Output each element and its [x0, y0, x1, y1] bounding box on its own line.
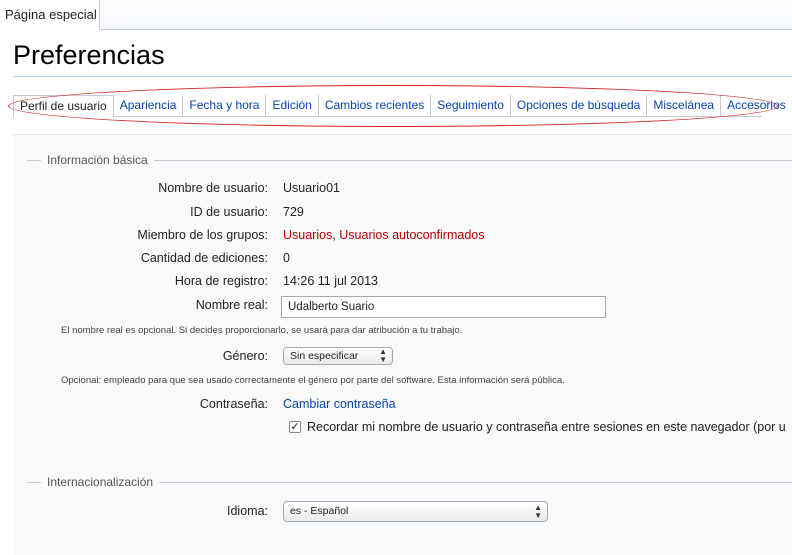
tab-miscelanea[interactable]: Miscelánea [647, 95, 722, 116]
tab-apariencia[interactable]: Apariencia [113, 95, 184, 116]
tab-seguimiento[interactable]: Seguimiento [431, 95, 511, 116]
legend-rule-left [27, 481, 41, 483]
preferences-panel [13, 134, 792, 555]
updown-arrow-icon: ▲ ▼ [379, 347, 387, 364]
realname-label: Nombre real: [195, 298, 268, 312]
edits-value: 0 [283, 251, 290, 265]
basic-info-legend-text: Información básica [47, 153, 148, 167]
tab-edicion[interactable]: Edición [266, 95, 319, 116]
userid-label: ID de usuario: [190, 205, 268, 219]
title-divider [13, 76, 792, 77]
language-selected: es - Español [290, 505, 349, 517]
updown-arrow-icon: ▲ ▼ [534, 503, 542, 520]
registration-label: Hora de registro: [174, 274, 268, 288]
tab-fecha-y-hora[interactable]: Fecha y hora [183, 95, 267, 116]
remember-checkbox[interactable]: ✓ [289, 421, 301, 433]
language-select[interactable]: es - Español ▲ ▼ [283, 501, 548, 522]
tab-accesorios[interactable]: Accesorios [721, 95, 792, 116]
checkmark-icon: ✓ [290, 421, 300, 433]
tab-perfil-de-usuario[interactable]: Perfil de usuario [13, 95, 114, 118]
legend-rule-right [153, 159, 792, 161]
tab-cambios-recientes[interactable]: Cambios recientes [318, 95, 432, 116]
gender-help: Opcional: empleado para que sea usado co… [61, 375, 565, 386]
preferences-tabs: Perfil de usuario Apariencia Fecha y hor… [13, 95, 792, 118]
i18n-legend: Internacionalización [27, 475, 792, 489]
change-password-link[interactable]: Cambiar contraseña [283, 397, 396, 411]
realname-input[interactable]: Udalberto Suario [281, 296, 606, 318]
gender-label: Género: [222, 349, 268, 363]
page-title: Preferencias [13, 40, 165, 70]
username-value: Usuario01 [283, 181, 340, 195]
userid-value: 729 [283, 205, 304, 219]
legend-rule-left [27, 159, 41, 161]
legend-rule-right [159, 481, 792, 483]
gender-select[interactable]: Sin especificar ▲ ▼ [283, 347, 393, 365]
top-tab-bar [100, 0, 792, 30]
password-label: Contraseña: [199, 397, 268, 411]
username-label: Nombre de usuario: [158, 181, 268, 195]
groups-label: Miembro de los grupos: [137, 228, 268, 242]
tab-pagina-especial[interactable]: Página especial [0, 0, 100, 30]
groups-value: Usuarios, Usuarios autoconfirmados [283, 228, 485, 242]
realname-help: El nombre real es opcional. Si decides p… [61, 325, 463, 336]
tab-opciones-de-busqueda[interactable]: Opciones de búsqueda [510, 95, 648, 116]
group-autoconfirmados-link[interactable]: Usuarios autoconfirmados [339, 228, 484, 242]
language-label: Idioma: [227, 504, 268, 518]
remember-label: Recordar mi nombre de usuario y contrase… [307, 420, 786, 434]
edits-label: Cantidad de ediciones: [140, 251, 268, 265]
registration-value: 14:26 11 jul 2013 [283, 274, 378, 288]
basic-info-legend: Información básica [27, 153, 792, 167]
gender-selected: Sin especificar [290, 350, 359, 362]
group-usuarios-link[interactable]: Usuarios [283, 228, 332, 242]
i18n-legend-text: Internacionalización [47, 475, 154, 489]
